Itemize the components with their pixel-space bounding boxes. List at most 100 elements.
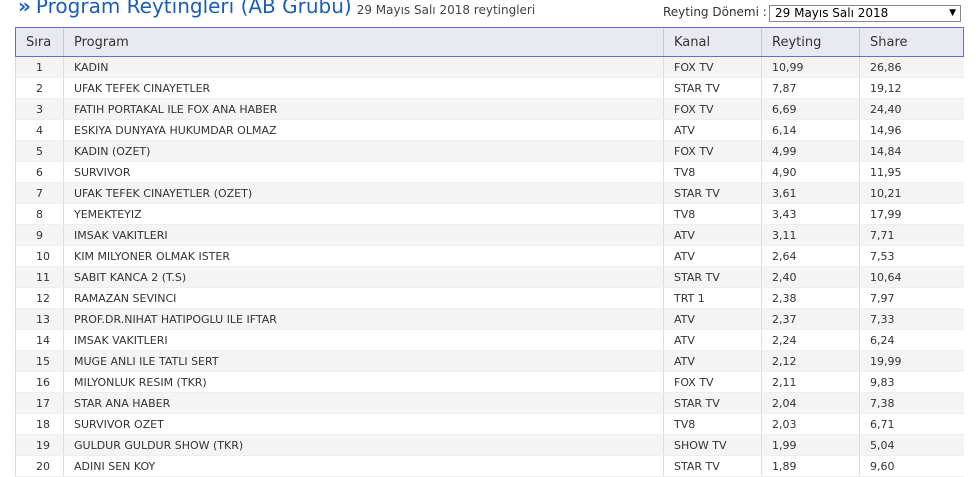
cell-channel: FOX TV <box>663 56 762 78</box>
rating-period-value: 29 Mayıs Salı 2018 <box>775 6 889 20</box>
cell-rating: 2,38 <box>761 287 860 309</box>
cell-channel: ATV <box>663 308 762 330</box>
rating-period-select[interactable]: 29 Mayıs Salı 2018 ▼ <box>769 5 961 22</box>
column-header-rank: Sıra <box>15 27 64 57</box>
cell-program: YEMEKTEYIZ <box>63 203 664 225</box>
table-row: 16 MILYONLUK RESIM (TKR) FOX TV 2,11 9,83 <box>15 371 964 393</box>
cell-rank: 5 <box>15 140 64 162</box>
cell-rating: 2,04 <box>761 392 860 414</box>
cell-program: MILYONLUK RESIM (TKR) <box>63 371 664 393</box>
table-row: 7 UFAK TEFEK CINAYETLER (OZET) STAR TV 3,61… <box>15 182 964 204</box>
cell-share: 7,71 <box>859 224 964 246</box>
cell-program: UFAK TEFEK CINAYETLER <box>63 77 664 99</box>
cell-share: 9,60 <box>859 455 964 477</box>
cell-rating: 2,12 <box>761 350 860 372</box>
cell-rating: 10,99 <box>761 56 860 78</box>
cell-program: IMSAK VAKITLERI <box>63 224 664 246</box>
cell-rank: 14 <box>15 329 64 351</box>
table-row: 19 GULDUR GULDUR SHOW (TKR) SHOW TV 1,99 5,0… <box>15 434 964 456</box>
cell-rank: 1 <box>15 56 64 78</box>
cell-program: MUGE ANLI ILE TATLI SERT <box>63 350 664 372</box>
cell-program: KADIN (OZET) <box>63 140 664 162</box>
cell-rank: 10 <box>15 245 64 267</box>
ratings-table: Sıra Program Kanal Reyting Share 1 KADIN F… <box>15 27 964 477</box>
cell-program: SURVIVOR OZET <box>63 413 664 435</box>
cell-channel: SHOW TV <box>663 434 762 456</box>
cell-rating: 2,64 <box>761 245 860 267</box>
cell-rating: 6,69 <box>761 98 860 120</box>
cell-share: 7,38 <box>859 392 964 414</box>
cell-program: KIM MILYONER OLMAK ISTER <box>63 245 664 267</box>
cell-channel: STAR TV <box>663 392 762 414</box>
cell-program: ESKIYA DUNYAYA HUKUMDAR OLMAZ <box>63 119 664 141</box>
column-header-channel: Kanal <box>663 27 762 57</box>
cell-program: PROF.DR.NIHAT HATIPOGLU ILE IFTAR <box>63 308 664 330</box>
table-row: 14 IMSAK VAKITLERI ATV 2,24 6,24 <box>15 329 964 351</box>
cell-program: STAR ANA HABER <box>63 392 664 414</box>
double-chevron-right-icon: » <box>18 0 31 18</box>
cell-share: 26,86 <box>859 56 964 78</box>
cell-share: 5,04 <box>859 434 964 456</box>
cell-share: 7,33 <box>859 308 964 330</box>
table-row: 20 ADINI SEN KOY STAR TV 1,89 9,60 <box>15 455 964 477</box>
cell-share: 24,40 <box>859 98 964 120</box>
cell-share: 10,64 <box>859 266 964 288</box>
table-row: 3 FATIH PORTAKAL ILE FOX ANA HABER FOX TV 6… <box>15 98 964 120</box>
cell-rank: 6 <box>15 161 64 183</box>
cell-rank: 19 <box>15 434 64 456</box>
page-title: Program Reytingleri (AB Grubu) <box>35 0 352 18</box>
cell-share: 6,71 <box>859 413 964 435</box>
cell-share: 14,84 <box>859 140 964 162</box>
cell-share: 17,99 <box>859 203 964 225</box>
cell-program: UFAK TEFEK CINAYETLER (OZET) <box>63 182 664 204</box>
cell-rating: 2,03 <box>761 413 860 435</box>
cell-rank: 15 <box>15 350 64 372</box>
table-row: 15 MUGE ANLI ILE TATLI SERT ATV 2,12 19,99 <box>15 350 964 372</box>
cell-rank: 7 <box>15 182 64 204</box>
cell-rating: 3,11 <box>761 224 860 246</box>
table-row: 10 KIM MILYONER OLMAK ISTER ATV 2,64 7,53 <box>15 245 964 267</box>
cell-channel: FOX TV <box>663 371 762 393</box>
cell-rank: 17 <box>15 392 64 414</box>
cell-rating: 7,87 <box>761 77 860 99</box>
cell-rank: 3 <box>15 98 64 120</box>
table-row: 1 KADIN FOX TV 10,99 26,86 <box>15 56 964 78</box>
table-row: 4 ESKIYA DUNYAYA HUKUMDAR OLMAZ ATV 6,14 14,… <box>15 119 964 141</box>
cell-share: 10,21 <box>859 182 964 204</box>
table-row: 2 UFAK TEFEK CINAYETLER STAR TV 7,87 19,12 <box>15 77 964 99</box>
cell-rating: 2,40 <box>761 266 860 288</box>
cell-channel: TV8 <box>663 161 762 183</box>
column-header-rating: Reyting <box>761 27 860 57</box>
cell-rank: 4 <box>15 119 64 141</box>
cell-channel: FOX TV <box>663 140 762 162</box>
cell-rank: 9 <box>15 224 64 246</box>
cell-channel: TRT 1 <box>663 287 762 309</box>
table-row: 5 KADIN (OZET) FOX TV 4,99 14,84 <box>15 140 964 162</box>
chevron-down-icon[interactable]: ▼ <box>949 6 956 21</box>
cell-share: 19,12 <box>859 77 964 99</box>
table-row: 6 SURVIVOR TV8 4,90 11,95 <box>15 161 964 183</box>
cell-rating: 3,61 <box>761 182 860 204</box>
table-header-row: Sıra Program Kanal Reyting Share <box>15 27 964 57</box>
cell-program: FATIH PORTAKAL ILE FOX ANA HABER <box>63 98 664 120</box>
cell-rank: 20 <box>15 455 64 477</box>
cell-program: RAMAZAN SEVINCI <box>63 287 664 309</box>
cell-rating: 1,99 <box>761 434 860 456</box>
cell-rating: 4,99 <box>761 140 860 162</box>
cell-rank: 18 <box>15 413 64 435</box>
cell-program: IMSAK VAKITLERI <box>63 329 664 351</box>
table-row: 13 PROF.DR.NIHAT HATIPOGLU ILE IFTAR ATV 2,… <box>15 308 964 330</box>
cell-rating: 3,43 <box>761 203 860 225</box>
cell-rank: 11 <box>15 266 64 288</box>
table-row: 9 IMSAK VAKITLERI ATV 3,11 7,71 <box>15 224 964 246</box>
cell-rating: 2,37 <box>761 308 860 330</box>
column-header-share: Share <box>859 27 964 57</box>
cell-channel: STAR TV <box>663 77 762 99</box>
cell-program: ADINI SEN KOY <box>63 455 664 477</box>
cell-share: 14,96 <box>859 119 964 141</box>
rating-period-label: Reyting Dönemi : <box>663 5 767 19</box>
table-row: 8 YEMEKTEYIZ TV8 3,43 17,99 <box>15 203 964 225</box>
cell-rating: 4,90 <box>761 161 860 183</box>
cell-rating: 6,14 <box>761 119 860 141</box>
cell-channel: ATV <box>663 329 762 351</box>
